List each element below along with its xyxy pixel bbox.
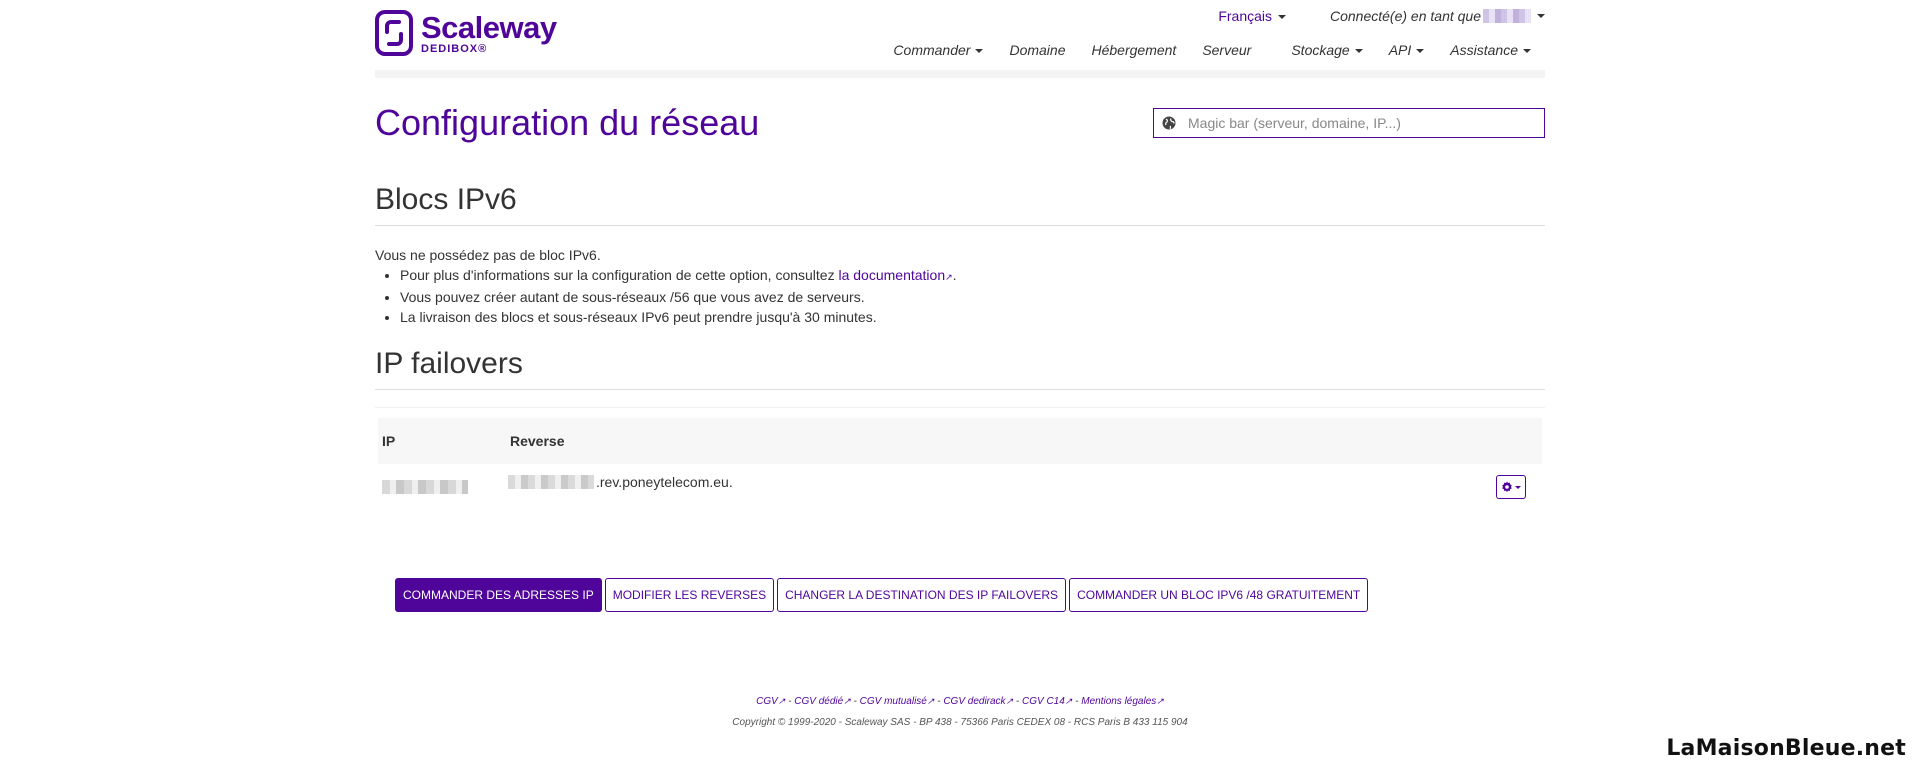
ipv6-info-list: Pour plus d'informations sur la configur…	[375, 265, 957, 327]
username-redacted	[1483, 9, 1531, 23]
bullet-suffix: .	[952, 267, 957, 283]
nav-label: Hébergement	[1091, 42, 1177, 58]
chevron-down-icon	[1278, 15, 1286, 20]
order-ip-addresses-button[interactable]: COMMANDER DES ADRESSES IP	[395, 578, 602, 612]
link-label: CGV C14	[1022, 696, 1065, 707]
nav-label: Serveur	[1202, 42, 1252, 58]
nav-label: Commander	[893, 42, 971, 58]
footer-link-cgv[interactable]: CGV↗	[756, 696, 785, 707]
separator: -	[850, 696, 860, 707]
order-ipv6-block-button[interactable]: COMMANDER UN BLOC IPV6 /48 GRATUITEMENT	[1069, 578, 1369, 612]
magic-bar-input[interactable]	[1186, 114, 1544, 132]
failovers-section-title: IP failovers	[375, 347, 523, 380]
nav-label: API	[1388, 42, 1412, 58]
list-item: Vous pouvez créer autant de sous-réseaux…	[400, 287, 957, 307]
nav-item-api[interactable]: API	[1389, 42, 1425, 58]
link-label: la documentation	[838, 267, 946, 283]
link-label: CGV dédié	[794, 696, 844, 707]
nav-item-domaine[interactable]: Domaine	[1009, 42, 1065, 58]
column-header-ip: IP	[382, 433, 396, 449]
external-link-icon: ↗	[945, 272, 953, 282]
chevron-down-icon	[1523, 49, 1531, 54]
nav-item-serveur[interactable]: Serveur	[1202, 42, 1251, 58]
chevron-down-icon	[1515, 485, 1521, 489]
table-top-border	[375, 407, 1545, 408]
brand-product: DEDIBOX®	[421, 42, 488, 55]
ipv6-intro: Vous ne possédez pas de bloc IPv6.	[375, 247, 601, 263]
link-label: CGV	[756, 696, 778, 707]
separator: -	[934, 696, 944, 707]
nav-label: Stockage	[1291, 42, 1350, 58]
column-header-reverse: Reverse	[510, 433, 565, 449]
list-item: Pour plus d'informations sur la configur…	[400, 265, 957, 287]
nav-item-stockage[interactable]: Stockage	[1291, 42, 1363, 58]
language-selector[interactable]: Français	[1218, 8, 1286, 24]
link-label: CGV dedirack	[943, 696, 1006, 707]
nav-label: Assistance	[1450, 42, 1518, 58]
chevron-down-icon	[1416, 49, 1425, 54]
header-divider	[375, 70, 1545, 78]
separator: -	[785, 696, 795, 707]
scaleway-logo[interactable]: Scaleway DEDIBOX®	[375, 10, 557, 56]
link-label: Mentions légales	[1081, 696, 1157, 707]
magic-bar[interactable]	[1153, 108, 1545, 138]
list-item: La livraison des blocs et sous-réseaux I…	[400, 307, 957, 327]
language-label: Français	[1218, 8, 1272, 24]
footer-links: CGV↗ - CGV dédié↗ - CGV mutualisé↗ - CGV…	[375, 696, 1545, 707]
external-link-icon: ↗	[843, 696, 851, 706]
external-link-icon: ↗	[1005, 696, 1014, 706]
table-row: .rev.poneytelecom.eu.	[378, 466, 1542, 512]
chevron-down-icon	[1354, 49, 1363, 54]
action-buttons: COMMANDER DES ADRESSES IP MODIFIER LES R…	[395, 578, 1371, 612]
copyright: Copyright © 1999-2020 - Scaleway SAS - B…	[732, 717, 1188, 728]
failovers-table-header: IP Reverse	[378, 418, 1542, 464]
separator: -	[1013, 696, 1022, 707]
external-link-icon: ↗	[1156, 696, 1164, 706]
user-label: Connecté(e) en tant que	[1330, 8, 1481, 24]
footer-link-cgv-dedirack[interactable]: CGV dedirack↗	[943, 696, 1013, 707]
footer-link-mentions-legales[interactable]: Mentions légales↗	[1081, 696, 1164, 707]
main-nav: Commander Domaine Hébergement Serveur St…	[867, 42, 1531, 58]
gear-icon	[1502, 481, 1512, 493]
footer-link-cgv-c14[interactable]: CGV C14↗	[1022, 696, 1072, 707]
nav-item-commander[interactable]: Commander	[893, 42, 984, 58]
top-bar: Français Connecté(e) en tant que	[1218, 8, 1545, 24]
reverse-suffix: .rev.poneytelecom.eu.	[596, 474, 733, 490]
row-actions-button[interactable]	[1496, 475, 1526, 499]
brand-name: Scaleway	[421, 9, 557, 45]
watermark: LaMaisonBleue.net	[1666, 736, 1906, 761]
link-label: CGV mutualisé	[859, 696, 927, 707]
chevron-down-icon	[975, 49, 984, 54]
documentation-link[interactable]: la documentation↗	[838, 267, 952, 283]
separator: -	[1072, 696, 1082, 707]
page-title: Configuration du réseau	[375, 102, 760, 143]
failovers-divider	[375, 389, 1545, 390]
ipv6-section-title: Blocs IPv6	[375, 183, 517, 216]
reverse-prefix-redacted	[508, 475, 594, 489]
ipv6-divider	[375, 225, 1545, 226]
nav-item-hebergement[interactable]: Hébergement	[1091, 42, 1176, 58]
change-failover-destination-button[interactable]: CHANGER LA DESTINATION DES IP FAILOVERS	[777, 578, 1067, 612]
footer-link-cgv-mutualise[interactable]: CGV mutualisé↗	[860, 696, 935, 707]
user-menu[interactable]: Connecté(e) en tant que	[1330, 8, 1545, 24]
nav-item-assistance[interactable]: Assistance	[1450, 42, 1531, 58]
edit-reverses-button[interactable]: MODIFIER LES REVERSES	[604, 578, 775, 612]
scaleway-logo-icon	[375, 10, 413, 56]
bullet-text: Pour plus d'informations sur la configur…	[400, 267, 839, 283]
ip-address-redacted	[382, 480, 468, 494]
reverse-cell: .rev.poneytelecom.eu.	[508, 474, 733, 490]
footer-link-cgv-dedie[interactable]: CGV dédié↗	[794, 696, 850, 707]
chevron-down-icon	[1537, 14, 1545, 18]
globe-icon	[1162, 116, 1176, 130]
nav-label: Domaine	[1009, 42, 1066, 58]
